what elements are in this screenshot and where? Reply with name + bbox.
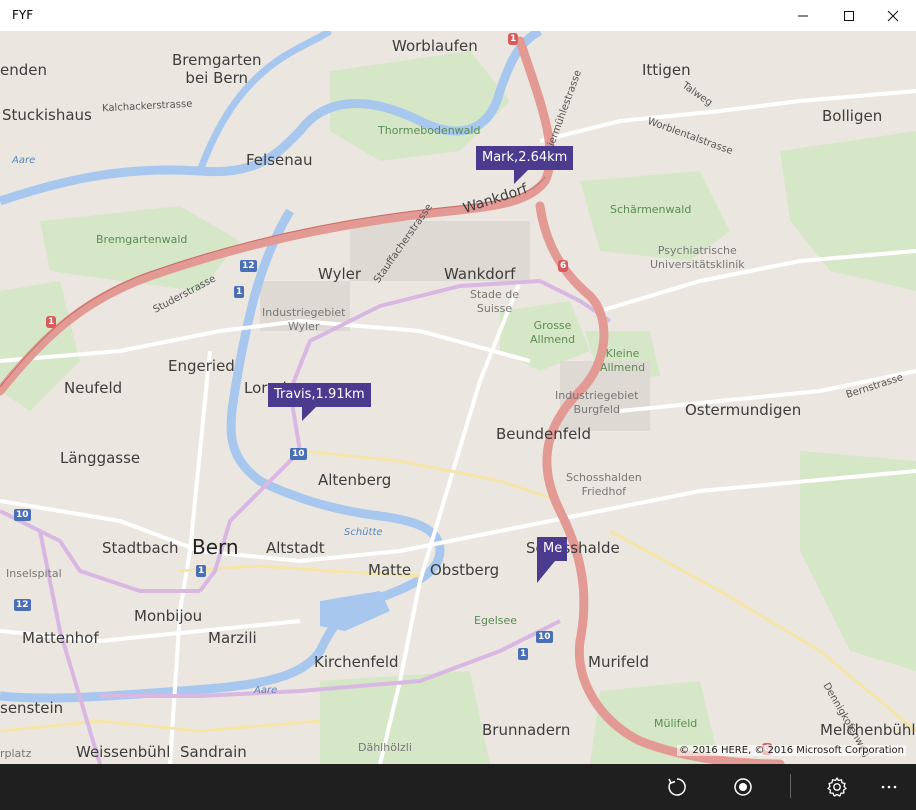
- map-copyright: © 2016 HERE, © 2016 Microsoft Corporatio…: [677, 745, 906, 756]
- motorway-shield: 1: [46, 316, 57, 328]
- park-label: Mülifeld: [654, 717, 698, 730]
- place-label: Kirchenfeld: [314, 653, 399, 671]
- route-shield: 12: [14, 599, 31, 611]
- route-shield: 10: [290, 448, 307, 460]
- place-label: Altenberg: [318, 471, 392, 489]
- maximize-button[interactable]: [826, 0, 872, 31]
- route-shield: 12: [240, 260, 257, 272]
- place-label: Wankdorf: [444, 265, 516, 283]
- place-label: Psychiatrische Universitätsklinik: [650, 244, 745, 271]
- city-label-bern: Bern: [192, 535, 239, 559]
- locate-me-icon: [734, 778, 752, 796]
- minimize-button[interactable]: [780, 0, 826, 31]
- water-label: Aare: [12, 155, 36, 166]
- maximize-icon: [844, 10, 854, 21]
- pin-label: Mark,2.64km: [482, 150, 568, 165]
- place-label: Beundenfeld: [496, 425, 591, 443]
- route-shield: 1: [196, 565, 207, 577]
- map-view[interactable]: Worblaufen Ittigen Bremgarten bei Bern e…: [0, 31, 916, 764]
- place-label: Bremgarten bei Bern: [172, 51, 262, 87]
- place-label: Industriegebiet Wyler: [262, 306, 346, 333]
- place-label: Obstberg: [430, 561, 500, 579]
- main-road: [0, 719, 321, 733]
- park-label: Grosse Allmend: [530, 319, 576, 346]
- forest-area: [800, 451, 916, 671]
- locate-me-button[interactable]: [720, 764, 766, 810]
- place-label: Bolligen: [822, 107, 883, 125]
- place-label: Inselspital: [6, 567, 62, 580]
- place-label: Stadtbach: [102, 539, 179, 557]
- more-ellipsis-icon: [881, 785, 897, 789]
- water-label: Aare: [254, 685, 278, 696]
- park-label: Bremgartenwald: [96, 233, 188, 246]
- bottom-app-bar: [0, 764, 916, 810]
- tram-line: [38, 530, 102, 764]
- place-label: Ittigen: [642, 61, 691, 79]
- place-label: Marzili: [208, 629, 257, 647]
- place-label: Stuckishaus: [2, 106, 92, 124]
- pin-label: Me: [543, 541, 563, 556]
- pin-travis[interactable]: Travis,1.91km: [268, 383, 371, 421]
- place-label: Melchenbühl: [820, 721, 916, 739]
- motorway-shield: 1: [508, 33, 519, 45]
- park-label: Kleine Allmend: [600, 347, 646, 374]
- reservoir: [320, 591, 390, 631]
- park-label: Thormebodenwald: [378, 124, 481, 137]
- map-base: [0, 31, 916, 764]
- app-title: FYF: [12, 8, 34, 22]
- refresh-icon: [668, 778, 686, 796]
- more-button[interactable]: [866, 764, 912, 810]
- title-bar: FYF: [0, 0, 916, 31]
- pin-label: Travis,1.91km: [274, 387, 365, 402]
- place-label: Weissenbühl: [76, 743, 171, 761]
- forest-area: [780, 131, 916, 291]
- place-label: Mattenhof: [22, 629, 99, 647]
- pin-tail: [514, 170, 528, 184]
- place-label: Matte: [368, 561, 412, 579]
- pin-tail: [302, 407, 316, 421]
- park-label: Egelsee: [474, 614, 518, 627]
- settings-gear-icon: [827, 777, 847, 797]
- place-label: Ostermundigen: [685, 401, 802, 419]
- motorway-shield: 6: [558, 260, 569, 272]
- route-shield: 10: [14, 509, 31, 521]
- place-label: Worblaufen: [392, 37, 478, 55]
- route-shield: 10: [536, 631, 553, 643]
- place-label: Stade de Suisse: [470, 288, 520, 315]
- close-button[interactable]: [870, 0, 916, 31]
- place-label: rplatz: [0, 747, 32, 760]
- route-shield: 1: [234, 286, 245, 298]
- water-label: Schütte: [344, 527, 383, 538]
- place-label: Neufeld: [64, 379, 123, 397]
- pin-mark[interactable]: Mark,2.64km: [476, 146, 574, 184]
- place-label: Brunnadern: [482, 721, 571, 739]
- pin-tail: [537, 561, 555, 583]
- park-label: Schärmenwald: [610, 203, 692, 216]
- place-label: Altstadt: [266, 539, 325, 557]
- place-label: Industriegebiet Burgfeld: [555, 389, 639, 416]
- close-icon: [887, 10, 899, 21]
- place-label: Murifeld: [588, 653, 649, 671]
- place-label: Engeried: [168, 357, 235, 375]
- place-label: Sandrain: [180, 743, 247, 761]
- place-label: Felsenau: [246, 151, 313, 169]
- place-label: Monbijou: [134, 607, 203, 625]
- minimize-icon: [798, 15, 808, 16]
- place-label: enden: [0, 61, 47, 79]
- place-label: Länggasse: [60, 449, 141, 467]
- appbar-separator: [790, 774, 791, 798]
- place-label: Wyler: [318, 265, 362, 283]
- settings-button[interactable]: [814, 764, 860, 810]
- pin-me[interactable]: Me: [537, 537, 567, 583]
- route-shield: 1: [518, 648, 529, 660]
- refresh-button[interactable]: [654, 764, 700, 810]
- place-label: Schosshalden Friedhof: [566, 471, 642, 498]
- place-label: senstein: [0, 699, 64, 717]
- place-label: Dählhölzli: [358, 741, 412, 754]
